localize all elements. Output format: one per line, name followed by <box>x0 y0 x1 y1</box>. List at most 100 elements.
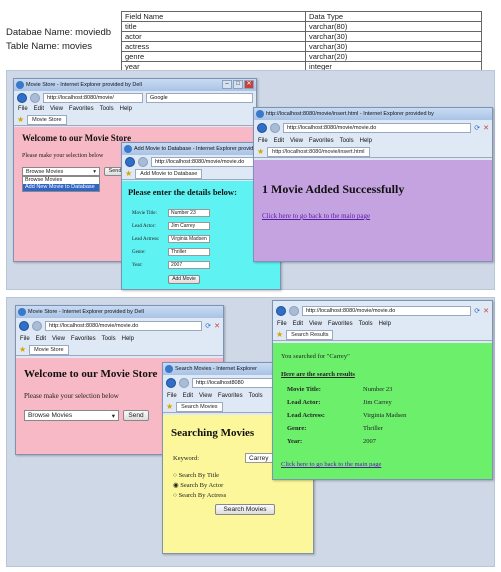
favorites-star-icon[interactable]: ★ <box>276 330 283 339</box>
url-field[interactable]: http://localhost:8080/movie/movie.do <box>45 321 203 331</box>
forward-icon[interactable] <box>270 123 280 133</box>
back-to-main-link[interactable]: Click here to go back to the main page <box>262 212 370 220</box>
menu-file[interactable]: File <box>258 136 268 146</box>
actress-input[interactable]: Virginia Madsen <box>168 235 210 243</box>
actor-input[interactable]: Jim Carrey <box>168 222 210 230</box>
menu-edit[interactable]: Edit <box>274 136 284 146</box>
back-icon[interactable] <box>276 306 286 316</box>
schema-header-field: Field Name <box>121 11 306 22</box>
url-field[interactable]: http://localhost:8080/movie/movie.do <box>283 123 472 133</box>
tab-search-results[interactable]: Search Results <box>286 329 334 340</box>
title-input[interactable]: Number 23 <box>168 209 210 217</box>
radio-actor[interactable]: ◉ Search By Actor <box>173 481 226 491</box>
menu-help[interactable]: Help <box>120 104 132 114</box>
forward-icon[interactable] <box>32 321 42 331</box>
menu-tools[interactable]: Tools <box>359 319 373 329</box>
menu-edit[interactable]: Edit <box>36 334 46 344</box>
genre-input[interactable]: Thriller <box>168 248 210 256</box>
tab-insert[interactable]: http://localhost:8080/movie/insert.html <box>267 146 370 157</box>
search-movies-button[interactable]: Search Movies <box>215 504 275 515</box>
forward-icon[interactable] <box>30 92 40 103</box>
menu-favorites[interactable]: Favorites <box>218 391 243 401</box>
schema-type: varchar(80) <box>305 21 482 32</box>
result-label-actress: Lead Actress: <box>287 412 325 419</box>
year-input[interactable]: 2007 <box>168 261 210 269</box>
tab-movie-store[interactable]: Movie Store <box>29 344 69 355</box>
back-to-main-link[interactable]: Click here to go back to the main page <box>281 461 381 468</box>
back-icon[interactable] <box>166 378 176 388</box>
radio-title[interactable]: ○ Search By Title <box>173 471 226 481</box>
menu-tools[interactable]: Tools <box>249 391 263 401</box>
table-row: actor varchar(30) <box>121 31 482 42</box>
menu-favorites[interactable]: Favorites <box>71 334 96 344</box>
favorites-star-icon[interactable]: ★ <box>125 169 132 178</box>
menu-view[interactable]: View <box>309 319 322 329</box>
menu-help[interactable]: Help <box>122 334 134 344</box>
stop-icon[interactable]: ✕ <box>214 322 220 330</box>
result-value-actress: Virginia Madsen <box>363 412 407 419</box>
send-button[interactable]: Send <box>123 410 149 421</box>
menu-file[interactable]: File <box>18 104 28 114</box>
menu-view[interactable]: View <box>199 391 212 401</box>
forward-icon[interactable] <box>289 306 299 316</box>
menu-tools[interactable]: Tools <box>340 136 354 146</box>
selected-option: Browse Movies <box>28 412 73 419</box>
favorites-star-icon[interactable]: ★ <box>257 147 264 156</box>
refresh-icon[interactable]: ⟳ <box>474 124 480 132</box>
schema-type: varchar(20) <box>305 51 482 62</box>
forward-icon[interactable] <box>179 378 189 388</box>
menu-favorites[interactable]: Favorites <box>69 104 94 114</box>
back-icon[interactable] <box>125 156 135 167</box>
back-icon[interactable] <box>19 321 29 331</box>
minimize-icon[interactable]: – <box>222 80 232 89</box>
selection-dropdown[interactable]: Browse Movies ▾ <box>22 167 100 176</box>
tab-add-movie[interactable]: Add Movie to Database <box>135 168 203 179</box>
close-icon[interactable]: ✕ <box>244 80 254 89</box>
menu-favorites[interactable]: Favorites <box>328 319 353 329</box>
refresh-icon[interactable]: ⟳ <box>474 307 480 315</box>
stop-icon[interactable]: ✕ <box>483 124 489 132</box>
menu-bar: File Edit View Favorites Tools Help <box>14 104 256 114</box>
form-labels: Movie Title: Lead Actor: Lead Actress: G… <box>132 207 159 272</box>
dropdown-option-add[interactable]: Add New Movie to Database <box>23 184 99 191</box>
url-field[interactable]: http://localhost:8080/movie/movie.do <box>302 306 472 316</box>
maximize-icon[interactable]: □ <box>233 80 243 89</box>
menu-favorites[interactable]: Favorites <box>309 136 334 146</box>
refresh-icon[interactable]: ⟳ <box>205 322 211 330</box>
add-movie-button[interactable]: Add Movie <box>168 275 200 284</box>
insert-result-window: http://localhost:8080/movie/insert.html … <box>253 107 493 262</box>
menu-help[interactable]: Help <box>379 319 391 329</box>
tab-search-movies[interactable]: Search Movies <box>176 401 223 412</box>
menu-tools[interactable]: Tools <box>100 104 114 114</box>
search-input[interactable]: Google <box>146 92 253 103</box>
back-icon[interactable] <box>257 123 267 133</box>
menu-help[interactable]: Help <box>360 136 372 146</box>
window-title: Movie Store - Internet Explorer provided… <box>28 309 144 315</box>
favorites-star-icon[interactable]: ★ <box>166 402 173 411</box>
search-query-text: You searched for "Carrey" <box>281 353 350 360</box>
menu-edit[interactable]: Edit <box>34 104 44 114</box>
stop-icon[interactable]: ✕ <box>483 307 489 315</box>
back-icon[interactable] <box>17 92 27 103</box>
radio-actress[interactable]: ○ Search By Actress <box>173 491 226 501</box>
result-value-title: Number 23 <box>363 386 393 393</box>
label-genre: Genre: <box>132 250 146 255</box>
menu-edit[interactable]: Edit <box>293 319 303 329</box>
chevron-down-icon: ▾ <box>93 168 96 175</box>
menu-view[interactable]: View <box>52 334 65 344</box>
menu-file[interactable]: File <box>277 319 287 329</box>
menu-file[interactable]: File <box>20 334 30 344</box>
address-bar: http://localhost:8080/movie/movie.do ⟳ ✕ <box>16 318 223 334</box>
selection-dropdown[interactable]: Browse Movies ▾ <box>24 410 119 421</box>
tab-movie-store[interactable]: Movie Store <box>27 114 67 125</box>
favorites-star-icon[interactable]: ★ <box>19 345 26 354</box>
menu-file[interactable]: File <box>167 391 177 401</box>
favorites-star-icon[interactable]: ★ <box>17 115 24 124</box>
menu-view[interactable]: View <box>290 136 303 146</box>
url-field[interactable]: http://localhost:8080/movie/ <box>43 92 143 103</box>
forward-icon[interactable] <box>138 156 148 167</box>
menu-view[interactable]: View <box>50 104 63 114</box>
dropdown-option-browse[interactable]: Browse Movies <box>23 177 99 184</box>
menu-tools[interactable]: Tools <box>102 334 116 344</box>
menu-edit[interactable]: Edit <box>183 391 193 401</box>
